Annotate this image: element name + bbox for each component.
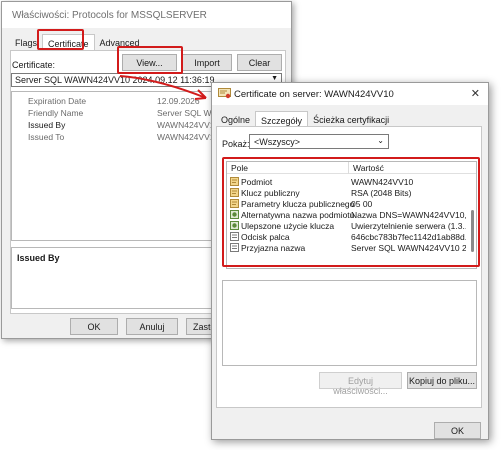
cancel-button[interactable]: Anuluj [126, 318, 178, 335]
red-arrow-icon [119, 75, 207, 100]
ok-button[interactable]: OK [434, 422, 481, 439]
show-label: Pokaż: [222, 139, 250, 149]
show-select-value: <Wszyscy> [254, 137, 301, 147]
edit-properties-button[interactable]: Edytuj właściwości... [319, 372, 402, 396]
property-key: Friendly Name [28, 108, 84, 118]
certificate-dialog-titlebar: Certificate on server: WAWN424VV10 ✕ [212, 83, 488, 105]
certificate-tabs: Ogólne Szczegóły Ścieżka certyfikacji [216, 111, 394, 128]
highlight-fields-list [222, 157, 480, 267]
certificate-icon [218, 88, 231, 99]
chevron-down-icon: ⌄ [377, 136, 384, 145]
show-select[interactable]: <Wszyscy> ⌄ [249, 134, 389, 149]
certificate-dialog-title: Certificate on server: WAWN424VV10 [234, 89, 394, 100]
copy-to-file-button[interactable]: Kopiuj do pliku... [407, 372, 477, 389]
description-title: Issued By [17, 253, 60, 263]
certificate-label: Certificate: [12, 60, 56, 70]
highlight-view-button [117, 46, 183, 74]
field-detail-box[interactable] [222, 280, 477, 366]
chevron-down-icon: ▼ [271, 75, 278, 82]
property-key: Issued By [28, 120, 66, 130]
highlight-certificate-tab [37, 29, 84, 50]
property-key: Expiration Date [28, 96, 87, 106]
property-key: Issued To [28, 132, 65, 142]
import-button[interactable]: Import [182, 54, 232, 71]
property-value: WAWN424VV10 [157, 132, 220, 142]
clear-button[interactable]: Clear [237, 54, 282, 71]
close-icon[interactable]: ✕ [471, 87, 480, 100]
property-value: WAWN424VV10 [157, 120, 220, 130]
ok-button[interactable]: OK [70, 318, 118, 335]
properties-dialog-title: Właściwości: Protocols for MSSQLSERVER [2, 2, 291, 28]
